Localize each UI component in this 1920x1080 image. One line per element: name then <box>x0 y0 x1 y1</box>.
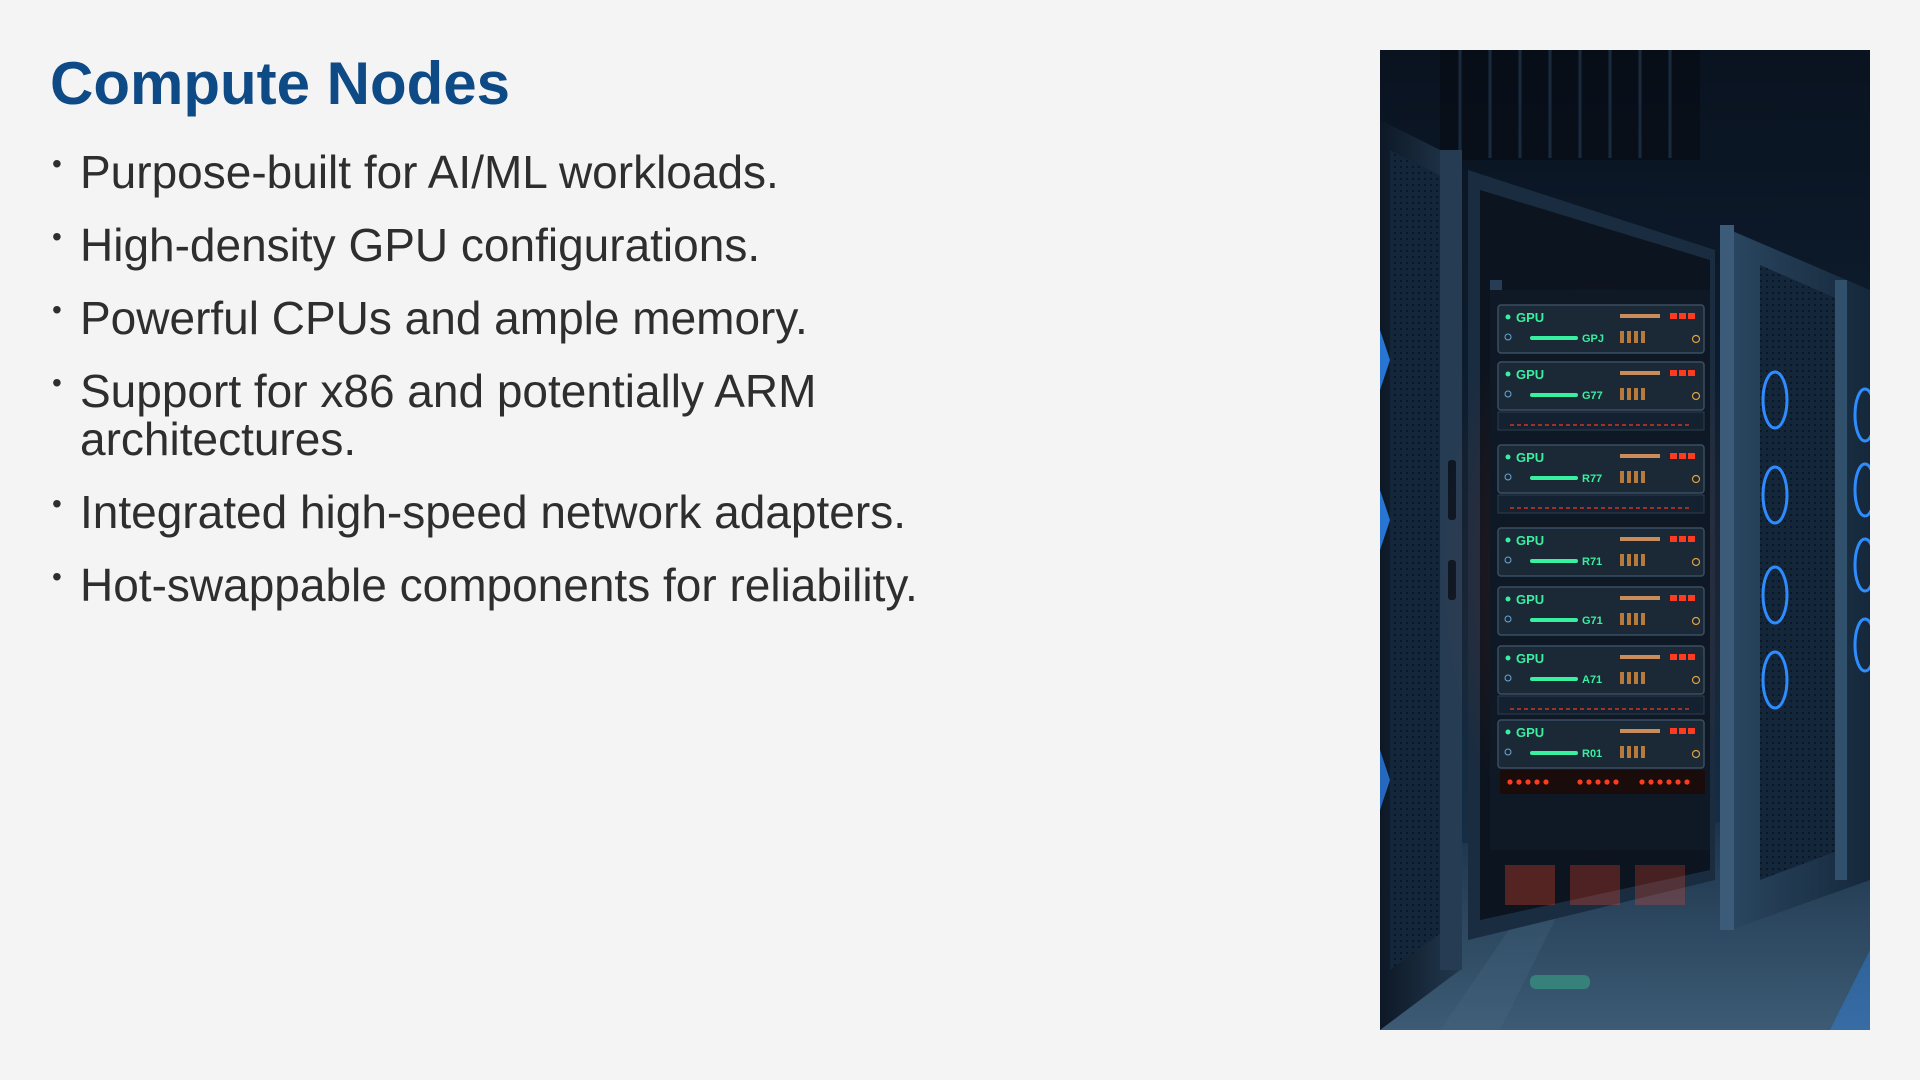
red-led-icon <box>1639 779 1645 785</box>
gpu-module: GPU R71 <box>1497 527 1705 577</box>
svg-text:GPU: GPU <box>1516 367 1544 382</box>
red-led-icon <box>1543 779 1549 785</box>
svg-text:R77: R77 <box>1582 473 1602 485</box>
svg-text:A71: A71 <box>1582 674 1602 686</box>
red-led-icon <box>1534 779 1540 785</box>
bullet-text: High-density GPU configurations. <box>80 219 761 271</box>
red-led-icon <box>1586 779 1592 785</box>
red-led-icon <box>1525 779 1531 785</box>
red-led-icon <box>1666 779 1672 785</box>
bullet-item: • Integrated high-speed network adapters… <box>50 488 970 536</box>
red-led-icon <box>1516 779 1522 785</box>
bullet-text: Purpose-built for AI/ML workloads. <box>80 146 779 198</box>
bullet-icon: • <box>52 488 62 519</box>
svg-text:GPU: GPU <box>1516 533 1544 548</box>
svg-text:GPU: GPU <box>1516 310 1544 325</box>
bullet-item: • Support for x86 and potentially ARM ar… <box>50 367 970 463</box>
slide: Compute Nodes • Purpose-built for AI/ML … <box>0 0 1920 1080</box>
red-led-icon <box>1604 779 1610 785</box>
gpu-module: GPU R01 <box>1497 719 1705 769</box>
bullet-text: Hot-swappable components for reliability… <box>80 559 918 611</box>
bullet-list: • Purpose-built for AI/ML workloads. • H… <box>50 148 970 634</box>
svg-text:GPU: GPU <box>1516 592 1544 607</box>
red-led-icon <box>1613 779 1619 785</box>
red-led-icon <box>1657 779 1663 785</box>
svg-text:G77: G77 <box>1582 390 1603 402</box>
bullet-item: • High-density GPU configurations. <box>50 221 970 269</box>
bullet-icon: • <box>52 294 62 325</box>
svg-text:GPU: GPU <box>1516 725 1544 740</box>
red-led-icon <box>1675 779 1681 785</box>
svg-text:GPJ: GPJ <box>1582 333 1604 345</box>
slide-title: Compute Nodes <box>50 50 511 117</box>
bullet-icon: • <box>52 367 62 398</box>
bullet-item: • Hot-swappable components for reliabili… <box>50 561 970 609</box>
server-rack-photo: GPU GPJ GPU G77 GPU R77 GPU R71 GPU G71 GPU A71 GPU R… <box>1380 50 1870 1030</box>
svg-text:GPU: GPU <box>1516 651 1544 666</box>
red-led-icon <box>1684 779 1690 785</box>
bullet-text: Support for x86 and potentially ARM arch… <box>80 365 817 465</box>
svg-text:G71: G71 <box>1582 615 1603 627</box>
svg-text:GPU: GPU <box>1516 450 1544 465</box>
bullet-icon: • <box>52 561 62 592</box>
bullet-icon: • <box>52 221 62 252</box>
gpu-module: GPU A71 <box>1497 645 1705 715</box>
gpu-module: GPU G71 <box>1497 586 1705 636</box>
gpu-module: GPU R77 <box>1497 444 1705 514</box>
bullet-icon: • <box>52 148 62 179</box>
gpu-module: GPU GPJ <box>1497 304 1705 354</box>
red-led-icon <box>1595 779 1601 785</box>
bullet-text: Integrated high-speed network adapters. <box>80 486 906 538</box>
red-led-icon <box>1577 779 1583 785</box>
svg-text:R01: R01 <box>1582 748 1602 760</box>
bullet-text: Powerful CPUs and ample memory. <box>80 292 808 344</box>
server-rack-illustration: GPU GPJ GPU G77 GPU R77 GPU R71 GPU G71 GPU A71 GPU R… <box>1380 50 1870 1030</box>
bullet-item: • Powerful CPUs and ample memory. <box>50 294 970 342</box>
red-led-icon <box>1507 779 1513 785</box>
svg-text:R71: R71 <box>1582 556 1602 568</box>
gpu-module: GPU G77 <box>1497 361 1705 431</box>
bullet-item: • Purpose-built for AI/ML workloads. <box>50 148 970 196</box>
red-led-icon <box>1648 779 1654 785</box>
